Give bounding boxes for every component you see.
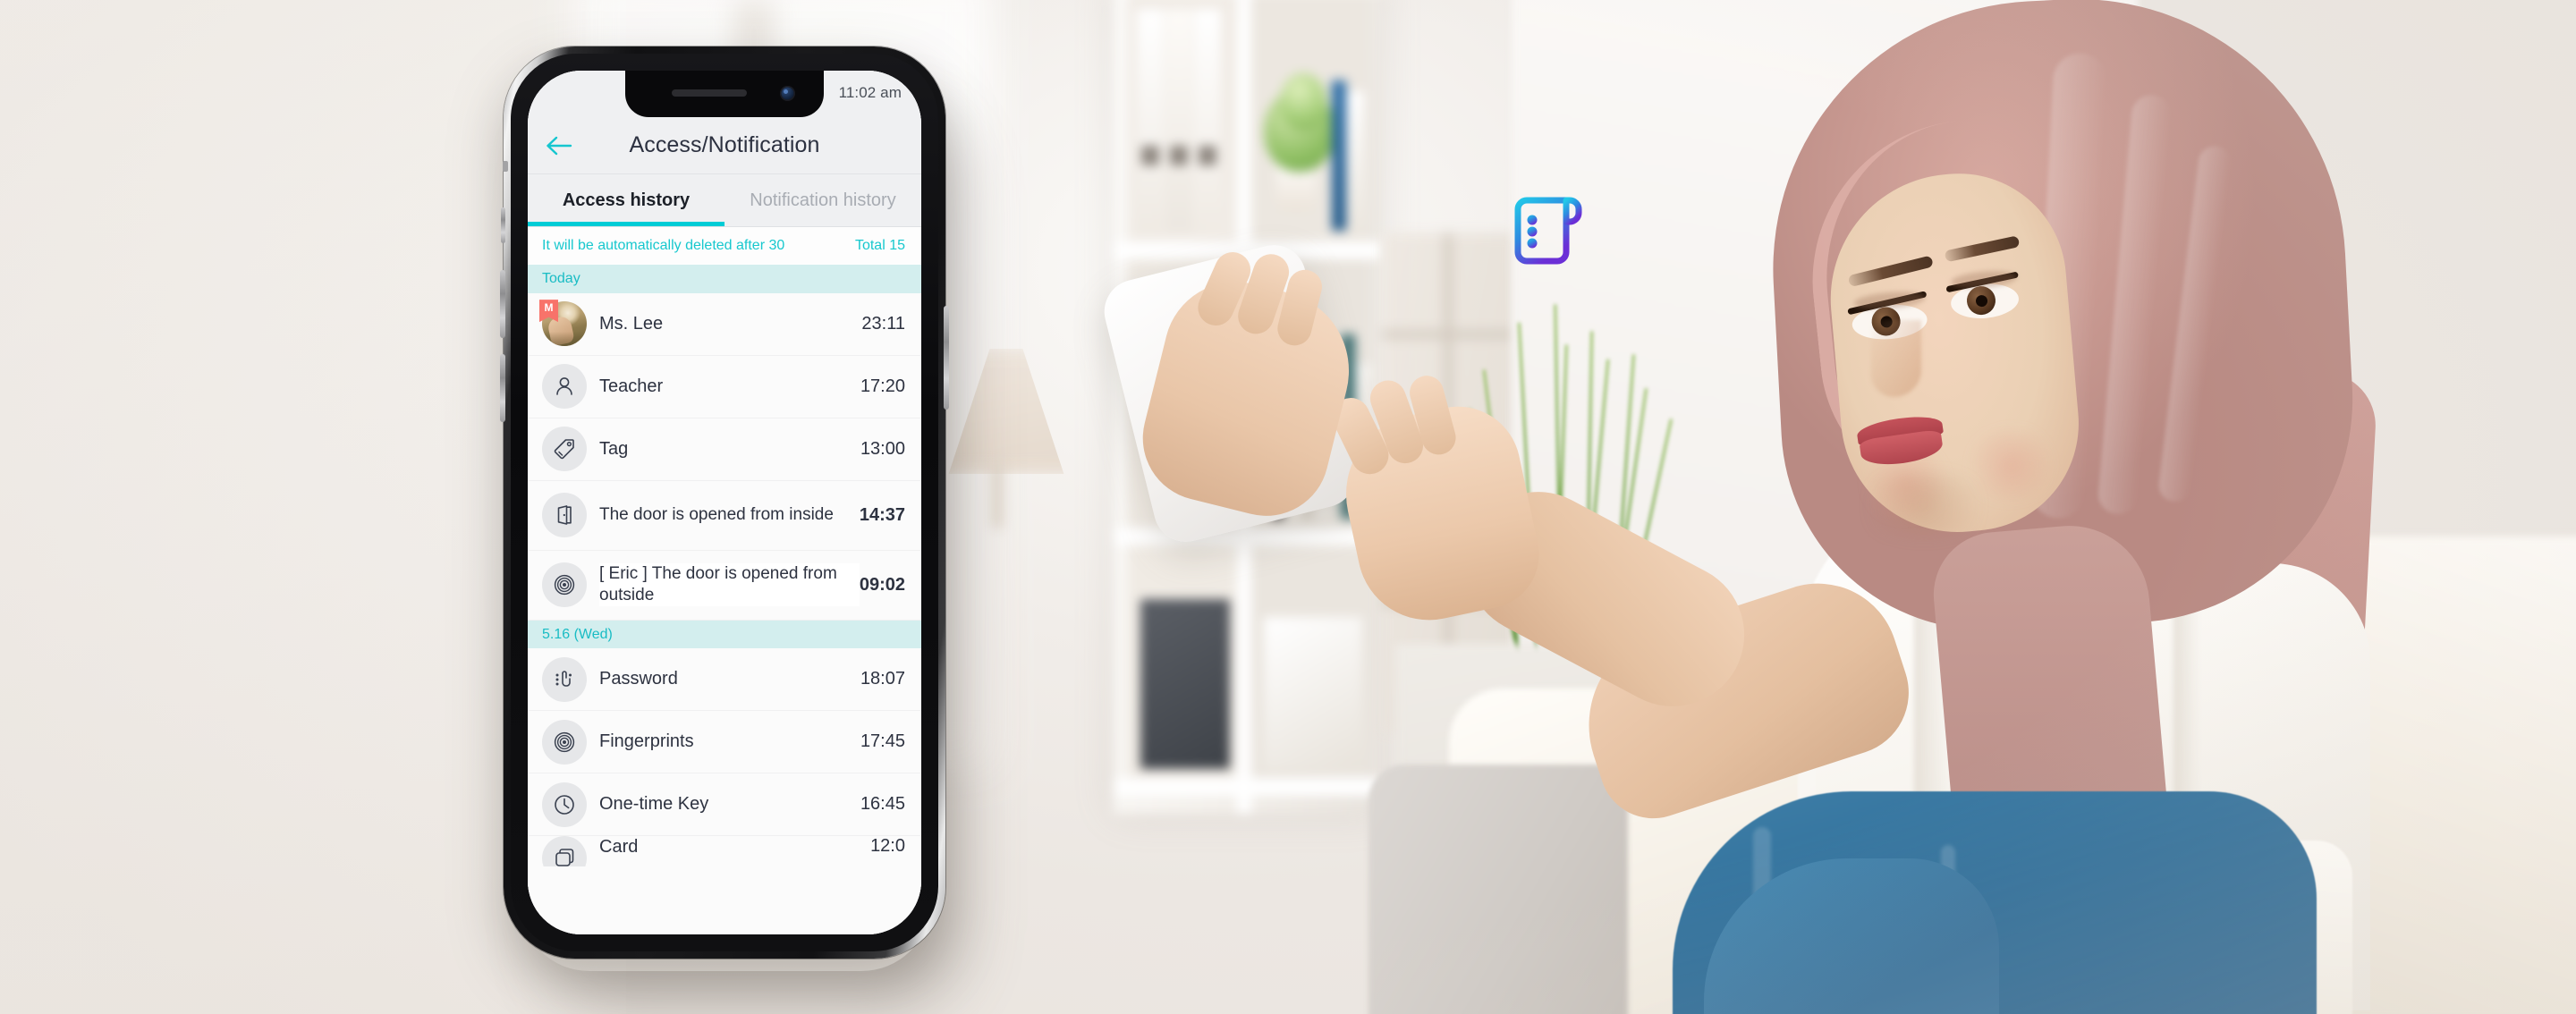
app-container: 11:02 am Access/Notification Access hist… [528, 71, 921, 934]
list-item[interactable]: [ Eric ] The door is opened from outside… [528, 550, 921, 621]
avatar [542, 656, 587, 702]
mute-switch[interactable] [503, 161, 508, 172]
list-item[interactable]: Password 18:07 [528, 648, 921, 712]
avatar [542, 427, 587, 472]
mute-button[interactable] [501, 207, 505, 243]
background-scene [0, 0, 2576, 1014]
history-list[interactable]: Today M Ms. Lee 23:11 Teacher 17:20 Tag … [528, 265, 921, 934]
sofa-arm [1368, 765, 1628, 1014]
list-item-title: Teacher [599, 376, 664, 396]
list-item-time: 09:02 [859, 574, 905, 595]
tag-icon [542, 427, 587, 472]
list-item[interactable]: Teacher 17:20 [528, 355, 921, 418]
list-item[interactable]: One-time Key 16:45 [528, 773, 921, 837]
clock-icon [542, 782, 587, 827]
list-item-title: Card [599, 837, 639, 858]
list-item-title: [ Eric ] The door is opened from outside [599, 563, 860, 606]
phone-frame: 11:02 am Access/Notification Access hist… [500, 46, 949, 959]
list-item-time: 17:20 [860, 376, 905, 396]
status-bar-time: 11:02 am [838, 84, 902, 101]
list-item-title: Password [599, 669, 678, 689]
tab-notification-history-label: Notification history [750, 190, 896, 210]
avatar [542, 364, 587, 410]
list-item-title: The door is opened from inside [599, 505, 834, 525]
retention-notice-bar: It will be automatically deleted after 3… [528, 227, 921, 265]
tab-bar: Access history Notification history [528, 174, 921, 227]
phone-screen: 11:02 am Access/Notification Access hist… [528, 71, 921, 934]
phone-notch [625, 71, 824, 117]
back-arrow-icon[interactable] [544, 132, 574, 159]
access-log-icon [1505, 190, 1588, 272]
volume-up-button[interactable] [500, 270, 505, 338]
list-item[interactable]: Card 12:0 [528, 836, 921, 867]
volume-down-button[interactable] [500, 354, 505, 422]
chin-shadow [1848, 474, 2000, 537]
list-item[interactable]: Tag 13:00 [528, 418, 921, 481]
list-item-title: Fingerprints [599, 731, 694, 752]
total-count-label: Total 15 [854, 238, 905, 253]
fingerprint-icon [542, 719, 587, 765]
list-item-title: Ms. Lee [599, 313, 664, 334]
retention-notice-text: It will be automatically deleted after 3… [542, 238, 785, 253]
list-item-time: 16:45 [860, 794, 905, 815]
avatar [542, 782, 587, 827]
front-camera-icon [780, 86, 795, 101]
floor-lamp-neck [993, 465, 1002, 528]
list-item-title: One-time Key [599, 794, 709, 815]
earpiece-speaker-icon [672, 89, 747, 97]
avatar [542, 719, 587, 765]
fingerprint-icon [542, 562, 587, 608]
list-item-time: 23:11 [861, 313, 905, 334]
list-item-time: 13:00 [860, 438, 905, 459]
avatar [542, 836, 587, 867]
avatar [542, 562, 587, 608]
list-item-time: 17:45 [860, 731, 905, 752]
power-button[interactable] [944, 306, 949, 410]
day-header-today: Today [528, 265, 921, 293]
app-bar: Access/Notification [528, 117, 921, 174]
list-item[interactable]: Fingerprints 17:45 [528, 711, 921, 774]
list-item-time: 14:37 [859, 504, 905, 525]
phone-bezel: 11:02 am Access/Notification Access hist… [511, 54, 938, 951]
list-item[interactable]: The door is opened from inside 14:37 [528, 480, 921, 551]
phone-mockup: 11:02 am Access/Notification Access hist… [500, 46, 949, 959]
avatar [542, 493, 587, 538]
keypad-icon [542, 656, 587, 702]
door-icon [542, 493, 587, 538]
list-item-time: 18:07 [860, 669, 905, 689]
nose [1871, 320, 1921, 397]
tab-access-history[interactable]: Access history [528, 174, 724, 226]
active-tab-indicator [528, 222, 724, 226]
avatar: M [539, 300, 587, 347]
person-icon [542, 364, 587, 410]
card-icon [542, 836, 587, 867]
tab-access-history-label: Access history [562, 190, 691, 210]
list-item[interactable]: M Ms. Lee 23:11 [528, 292, 921, 356]
tab-notification-history[interactable]: Notification history [724, 174, 921, 226]
page-title: Access/Notification [629, 132, 820, 157]
list-item-time: 12:0 [870, 836, 905, 857]
day-header-date: 5.16 (Wed) [528, 620, 921, 649]
list-item-title: Tag [599, 438, 629, 459]
